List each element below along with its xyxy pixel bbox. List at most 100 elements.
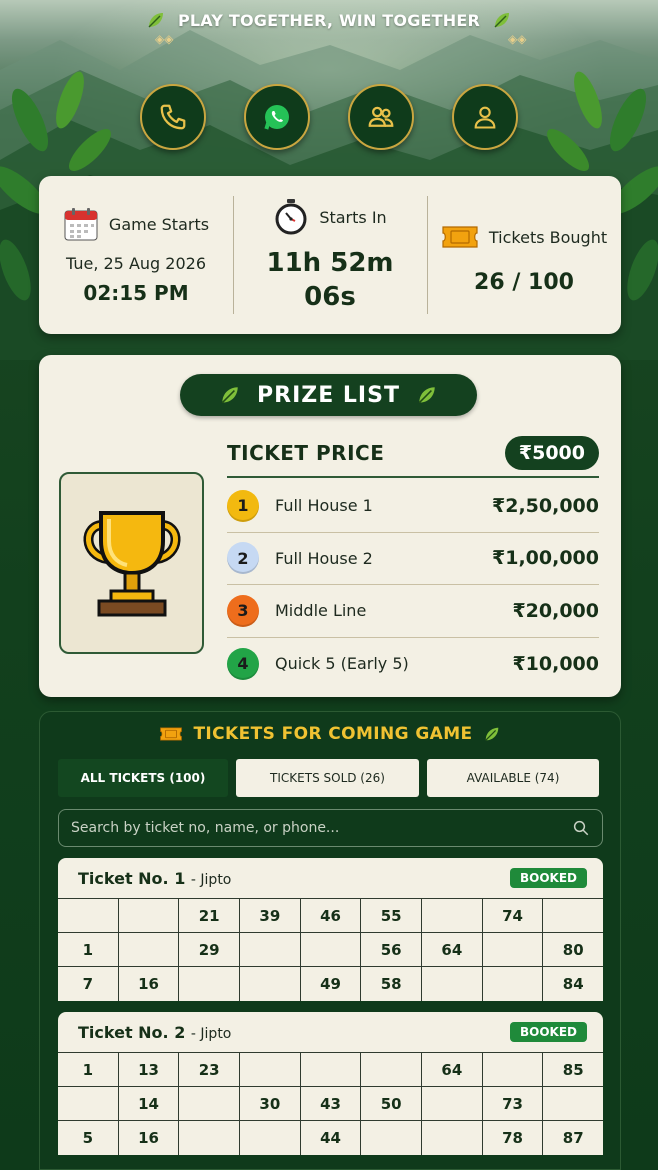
header-title: PLAY TOGETHER, WIN TOGETHER (177, 10, 481, 30)
tab-all-tickets[interactable]: ALL TICKETS (100) (58, 759, 228, 797)
leaf-icon (221, 387, 238, 404)
starts-in-label: Starts In (319, 207, 387, 227)
ticket-price-badge: ₹5000 (504, 436, 599, 470)
ticket-cell: 29 (179, 933, 241, 966)
tickets-bought-label: Tickets Bought (488, 227, 608, 247)
ticket-cell (483, 933, 544, 966)
tickets-bought-value: 26 / 100 (474, 270, 574, 295)
ticket-owner: - Jipto (190, 1025, 232, 1042)
ticket-cell: 14 (119, 1087, 180, 1120)
ticket-cell: 1 (58, 1053, 119, 1086)
ticket-cell: 58 (361, 967, 423, 1001)
rank-badge: 2 (227, 542, 259, 575)
ticket-cell: 50 (361, 1087, 423, 1120)
ticket-cell (179, 967, 241, 1001)
ticket-grid-row: 1 13 23 64 85 (58, 1053, 603, 1087)
ticket-header: Ticket No. 2 - Jipto BOOKED (58, 1012, 603, 1052)
prize-item: 1 Full House 1 ₹2,50,000 (227, 480, 599, 533)
ticket-cell (543, 1087, 603, 1120)
ticket-cell (543, 899, 603, 932)
user-icon (474, 106, 496, 129)
ticket-grid-row: 1 29 56 64 80 (58, 933, 603, 967)
prize-amount: ₹20,000 (512, 599, 599, 622)
search-icon[interactable] (572, 819, 590, 837)
ticket-cell (483, 967, 544, 1001)
ticket-cell (119, 899, 180, 932)
game-time: 02:15 PM (83, 281, 189, 305)
ticket-cell: 78 (483, 1121, 544, 1155)
ticket-number: Ticket No. 2 (78, 1022, 186, 1042)
profile-button[interactable] (452, 84, 518, 150)
ticket-card[interactable]: Ticket No. 2 - Jipto BOOKED 1 13 23 64 85 14 3… (58, 1012, 603, 1155)
ticket-cell: 16 (119, 1121, 180, 1155)
leaf-icon (494, 13, 510, 28)
whatsapp-button[interactable] (244, 84, 310, 150)
ticket-cell: 30 (240, 1087, 301, 1120)
status-badge: BOOKED (509, 1022, 587, 1042)
whatsapp-icon (264, 105, 289, 130)
ticket-cell (422, 899, 483, 932)
prize-item: 3 Middle Line ₹20,000 (227, 585, 599, 638)
tab-available[interactable]: AVAILABLE (74) (427, 759, 599, 797)
ticket-cell (361, 1053, 423, 1086)
ticket-cell: 64 (422, 933, 483, 966)
ticket-cell: 43 (301, 1087, 362, 1120)
ticket-cell: 84 (562, 975, 584, 993)
tickets-bought-section: Tickets Bought 26 / 100 (427, 176, 621, 334)
leaf-icon (148, 13, 163, 28)
ticket-cell: 87 (562, 1129, 584, 1147)
search-input[interactable]: Search by ticket no, name, or phone... (71, 820, 572, 836)
ticket-cell (422, 1121, 483, 1155)
sparkle-icon: ◈◈ (508, 32, 527, 46)
ticket-cell: 49 (301, 967, 362, 1001)
phone-button[interactable] (140, 84, 206, 150)
stopwatch-icon (275, 199, 307, 235)
game-starts-label: Game Starts (108, 214, 210, 234)
ticket-cell: 44 (301, 1121, 362, 1155)
ticket-cell: 13 (119, 1053, 180, 1086)
ticket-cell (240, 967, 301, 1001)
ticket-cell (240, 933, 301, 966)
ticket-grid: 1 13 23 64 85 14 30 43 50 73 5 16 44 78 87 (58, 1052, 603, 1155)
prize-amount: ₹2,50,000 (492, 494, 599, 517)
trophy-icon (83, 511, 180, 617)
status-badge: BOOKED (509, 868, 587, 888)
prize-name: Full House 2 (275, 548, 373, 568)
prize-name: Full House 1 (275, 496, 373, 516)
tickets-section-header: TICKETS FOR COMING GAME (40, 724, 620, 744)
ticket-cell (240, 1121, 301, 1155)
group-icon (368, 106, 394, 127)
ticket-cell: 46 (301, 899, 362, 932)
group-button[interactable] (348, 84, 414, 150)
tab-tickets-sold[interactable]: TICKETS SOLD (26) (236, 759, 419, 797)
ticket-search-field[interactable]: Search by ticket no, name, or phone... (58, 809, 603, 847)
prize-items: 1 Full House 1 ₹2,50,000 2 Full House 2 … (227, 480, 599, 690)
quick-actions (0, 84, 658, 150)
ticket-cell: 55 (361, 899, 423, 932)
rank-badge: 4 (227, 647, 259, 680)
phone-icon (160, 104, 186, 130)
ticket-price-label: TICKET PRICE (227, 441, 385, 465)
starts-in-section: Starts In 11h 52m 06s (233, 176, 427, 334)
prize-list-card: PRIZE LIST TICKET PRICE ₹5000 1 Full Hou… (39, 355, 621, 697)
ticket-cell (301, 933, 362, 966)
ticket-owner: - Jipto (190, 871, 232, 888)
prize-item: 2 Full House 2 ₹1,00,000 (227, 533, 599, 585)
rank-badge: 1 (227, 489, 259, 522)
tickets-section: TICKETS FOR COMING GAME ALL TICKETS (100… (39, 711, 621, 1170)
ticket-cell: 85 (562, 1060, 584, 1079)
ticket-cell: 23 (179, 1053, 241, 1086)
ticket-cell: 16 (119, 967, 180, 1001)
ticket-cell (58, 1087, 119, 1120)
ticket-cell: 56 (361, 933, 423, 966)
ticket-cell: 5 (58, 1121, 119, 1155)
ticket-cell (240, 1053, 301, 1086)
ticket-grid-row: 5 16 44 78 87 (58, 1121, 603, 1155)
calendar-icon (64, 208, 98, 241)
ticket-cell (179, 1121, 241, 1155)
countdown-timer: 11h 52m 06s (266, 246, 393, 314)
ticket-card[interactable]: Ticket No. 1 - Jipto BOOKED 21 39 46 55 74 1 2… (58, 858, 603, 1001)
ticket-grid: 21 39 46 55 74 1 29 56 64 80 7 16 49 58 84 (58, 898, 603, 1001)
ticket-price-row: TICKET PRICE ₹5000 (227, 430, 599, 478)
ticket-cell (422, 967, 483, 1001)
